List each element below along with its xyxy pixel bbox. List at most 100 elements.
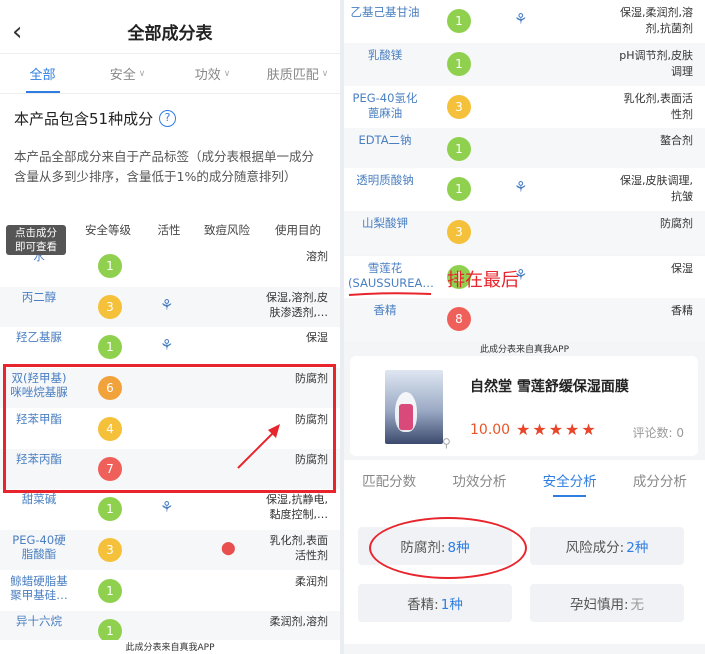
tooltip-line: 即可查看: [15, 241, 57, 253]
ingredient-use: 保湿,皮肤调理,抗皱: [620, 174, 693, 203]
tab-all[interactable]: 全部: [0, 54, 85, 93]
ingredient-use: 乳化剂,表面活性剂: [623, 92, 694, 121]
safety-level-badge: 3: [98, 295, 122, 319]
chevron-down-icon: ∨: [223, 68, 231, 79]
ingredient-name[interactable]: 异十六烷: [8, 614, 70, 628]
table-row[interactable]: PEG-40氢化蓖麻油 3 乳化剂,表面活性剂: [344, 86, 705, 129]
ingredient-name[interactable]: 乳酸镁: [348, 48, 422, 63]
stat-label: 孕妇慎用:: [569, 597, 629, 613]
source-watermark: 此成分表来自真我APP: [479, 345, 569, 355]
table-row[interactable]: 香精 8 香精: [344, 298, 705, 341]
back-arrow-icon[interactable]: ‹: [12, 17, 36, 47]
ingredient-name[interactable]: PEG-40硬脂酸酯: [8, 533, 70, 561]
status-bar: [0, 0, 340, 10]
tab-skin-match[interactable]: 肤质匹配 ∨: [255, 54, 340, 93]
magnifier-icon[interactable]: ⚲: [442, 436, 451, 450]
safety-level-badge: 1: [447, 177, 471, 201]
safety-level-badge: 3: [98, 538, 122, 562]
source-watermark: 此成分表来自真我APP: [0, 640, 340, 654]
ingredient-count: 本产品包含51种成分?: [14, 108, 326, 129]
filter-tabs: 全部 安全 ∨ 功效 ∨ 肤质匹配 ∨: [0, 54, 340, 94]
product-image-accent: [399, 404, 413, 430]
annotation-arrow: [237, 424, 280, 469]
stat-label: 香精:: [407, 597, 439, 613]
top-navigation-bar: ‹ 全部成分表: [0, 10, 340, 54]
table-row[interactable]: 乙基己基甘油 1 ⚘ 保湿,柔润剂,溶剂,抗菌剂: [344, 0, 705, 43]
table-row[interactable]: 丙二醇 3 ⚘ 保湿,溶剂,皮肤渗透剂,…: [0, 287, 340, 327]
ingredient-name[interactable]: 乙基己基甘油: [348, 5, 422, 20]
activity-molecule-icon: ⚘: [160, 296, 174, 314]
table-row[interactable]: EDTA二钠 1 螯合剂: [344, 128, 705, 171]
analysis-tabs: 匹配分数 功效分析 安全分析 成分分析: [344, 460, 705, 500]
bottom-strip: [344, 644, 705, 654]
page-title: 全部成分表: [127, 24, 213, 44]
activity-molecule-icon: ⚘: [160, 336, 174, 354]
ingredient-use: 防腐剂: [660, 217, 693, 230]
header-use: 使用目的: [275, 223, 321, 237]
ingredient-use: 保湿,柔润剂,溶剂,抗菌剂: [620, 6, 693, 35]
tab-match-score[interactable]: 匹配分数: [344, 460, 434, 500]
risk-ingredient-stat[interactable]: 风险成分: 2种: [530, 527, 684, 565]
tab-label: 全部: [29, 68, 56, 83]
ingredient-use: 保湿: [671, 262, 693, 275]
safety-level-badge: 1: [98, 497, 122, 521]
right-ingredient-panel: 乙基己基甘油 1 ⚘ 保湿,柔润剂,溶剂,抗菌剂 乳酸镁 1 pH调节剂,皮肤调理 PEG-4…: [344, 0, 705, 654]
activity-molecule-icon: ⚘: [514, 178, 528, 196]
safety-level-badge: 3: [447, 95, 471, 119]
product-price: 10.00: [470, 422, 511, 438]
table-row[interactable]: 乳酸镁 1 pH调节剂,皮肤调理: [344, 43, 705, 86]
table-row[interactable]: 鲸蜡硬脂基聚甲基硅… 1 柔润剂: [0, 571, 340, 611]
product-image[interactable]: [385, 370, 443, 444]
ingredient-name[interactable]: PEG-40氢化蓖麻油: [348, 91, 422, 121]
chevron-down-icon: ∨: [321, 68, 329, 79]
tab-label: 肤质匹配: [266, 68, 319, 83]
ingredient-use: 溶剂: [306, 250, 328, 263]
ingredient-name[interactable]: EDTA二钠: [348, 133, 422, 148]
ingredient-use: 柔润剂: [295, 575, 328, 588]
safety-level-badge: 1: [98, 335, 122, 359]
ingredient-name[interactable]: 山梨酸钾: [348, 216, 422, 231]
ingredient-name[interactable]: 香精: [348, 303, 422, 318]
ingredient-use: 乳化剂,表面活性剂: [269, 534, 329, 562]
star-rating: ★★★★★: [516, 420, 598, 439]
safety-level-badge: 3: [447, 220, 471, 244]
ingredient-use: 螯合剂: [660, 134, 693, 147]
tab-efficacy-analysis[interactable]: 功效分析: [434, 460, 524, 500]
stat-value: 无: [630, 597, 645, 613]
ingredient-use: 保湿: [306, 331, 328, 344]
chevron-down-icon: ∨: [138, 68, 146, 79]
table-row[interactable]: 透明质酸钠 1 ⚘ 保湿,皮肤调理,抗皱: [344, 168, 705, 211]
stat-value: 2种: [626, 540, 649, 556]
question-mark-icon[interactable]: ?: [159, 110, 177, 127]
ingredient-name[interactable]: 雪莲花(SAUSSUREA…: [348, 261, 434, 291]
ingredient-name[interactable]: 鲸蜡硬脂基聚甲基硅…: [8, 574, 70, 602]
tab-efficacy[interactable]: 功效 ∨: [170, 54, 255, 93]
stat-label: 风险成分:: [565, 540, 625, 556]
ingredient-name[interactable]: 透明质酸钠: [348, 173, 422, 188]
header-activity: 活性: [157, 223, 181, 237]
ingredient-name[interactable]: 丙二醇: [8, 290, 70, 304]
activity-molecule-icon: ⚘: [160, 498, 174, 516]
table-row[interactable]: 羟乙基脲 1 ⚘ 保湿: [0, 327, 340, 367]
left-ingredient-panel: ‹ 全部成分表 全部 安全 ∨ 功效 ∨ 肤质匹配 ∨ 本产品包含51种成分? 本产品…: [0, 0, 340, 654]
ingredient-name[interactable]: 羟乙基脲: [8, 330, 70, 344]
table-row[interactable]: PEG-40硬脂酸酯 3 ⬤ 乳化剂,表面活性剂: [0, 530, 340, 570]
ingredient-count-text: 本产品包含51种成分: [14, 110, 154, 128]
table-row[interactable]: 山梨酸钾 3 防腐剂: [344, 211, 705, 254]
table-row[interactable]: 甜菜碱 1 ⚘ 保湿,抗静电,黏度控制,…: [0, 489, 340, 529]
header-acne-risk: 致痘风险: [204, 223, 250, 237]
tab-ingredient-analysis[interactable]: 成分分析: [615, 460, 705, 500]
ingredient-use: 柔润剂,溶剂: [269, 615, 329, 628]
pregnancy-caution-stat[interactable]: 孕妇慎用: 无: [530, 584, 684, 622]
safety-level-badge: 1: [447, 9, 471, 33]
ingredient-name[interactable]: 甜菜碱: [8, 492, 70, 506]
fragrance-stat[interactable]: 香精: 1种: [358, 584, 512, 622]
product-card[interactable]: ⚲ 自然堂 雪莲舒缓保湿面膜 10.00 ★★★★★ 评论数: 0: [350, 356, 698, 456]
safety-level-badge: 1: [447, 137, 471, 161]
header-safety-level: 安全等级: [85, 223, 131, 237]
tab-safety[interactable]: 安全 ∨: [85, 54, 170, 93]
tab-label: 功效: [194, 68, 221, 83]
safety-level-badge: 1: [447, 52, 471, 76]
tab-safety-analysis[interactable]: 安全分析: [525, 460, 615, 500]
safety-level-badge: 1: [98, 254, 122, 278]
